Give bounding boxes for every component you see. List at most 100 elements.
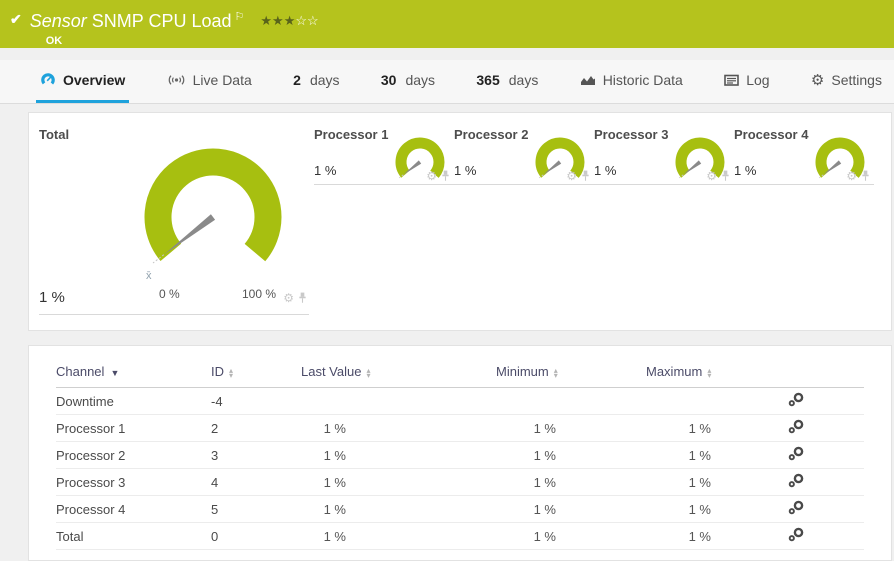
channel-settings-icon[interactable] [788,446,805,464]
tab-label: Overview [63,72,125,88]
last-value: 1 % [301,502,446,517]
last-value: 1 % [301,475,446,490]
gauge-tile-processor-4[interactable]: Processor 4 1 % ⚙ [734,123,874,185]
gauge-tile-processor-3[interactable]: Processor 3 1 % ⚙ [594,123,734,185]
gauge-value: 1 % [594,163,616,178]
sort-desc-icon: ▼ [110,368,119,378]
minimum-value: 1 % [446,475,611,490]
priority-stars-filled: ★★★ [260,13,295,28]
channel-settings-icon[interactable] [788,419,805,437]
channel-name: Downtime [56,394,211,409]
sensor-titlebar: ✔ SensorSNMP CPU Load⚐ ★★★☆☆ OK [0,0,894,48]
channel-settings-icon[interactable] [788,527,805,545]
tab-label: days [405,72,435,88]
gear-icon[interactable]: ⚙ [426,170,437,182]
sort-icon: ▴▾ [366,368,370,378]
area-chart-icon [580,74,596,86]
tab-historic-data[interactable]: Historic Data [576,60,687,103]
column-header-maximum[interactable]: Maximum▴▾ [611,364,766,379]
last-value: 1 % [301,448,446,463]
pin-icon[interactable] [441,170,450,182]
table-row: Processor 3 4 1 % 1 % 1 % [56,469,864,496]
gauge-value: 1 % [734,163,756,178]
column-label: Minimum [496,364,549,379]
channel-settings-icon[interactable] [788,392,805,410]
tab-label: days [509,72,539,88]
channel-id: 3 [211,448,301,463]
gear-icon[interactable]: ⚙ [566,170,577,182]
table-header-row: Channel▼ ID▴▾ Last Value▴▾ Minimum▴▾ Max… [56,356,864,388]
tile-actions: ⚙ [846,170,870,182]
tile-actions: ⚙ [566,170,590,182]
flag-icon[interactable]: ⚐ [235,11,245,23]
total-gauge: x̄ [133,137,293,297]
table-row: Processor 1 2 1 % 1 % 1 % [56,415,864,442]
column-label: Last Value [301,364,361,379]
tab-2-days[interactable]: 2 days [289,60,343,103]
tab-settings[interactable]: ⚙ Settings [807,60,886,103]
gauge-tile-processor-2[interactable]: Processor 2 1 % ⚙ [454,123,594,185]
status-badge: OK [46,35,319,47]
channel-name: Processor 2 [56,448,211,463]
pin-icon[interactable] [581,170,590,182]
sensor-name: SNMP CPU Load [92,11,232,31]
maximum-value: 1 % [611,421,766,436]
mean-marker: x̄ [146,270,152,282]
column-header-last-value[interactable]: Last Value ▴▾ [301,364,446,379]
maximum-value: 1 % [611,448,766,463]
tab-30-days[interactable]: 30 days [377,60,439,103]
sort-down-icon: ▾ [366,373,370,378]
tab-365-days[interactable]: 365 days [472,60,542,103]
pin-icon[interactable] [861,170,870,182]
channel-id: 0 [211,529,301,544]
pin-icon[interactable] [298,292,307,304]
pin-icon[interactable] [721,170,730,182]
sensor-kind-label: Sensor [30,11,87,31]
tab-bar: Overview Live Data 2 days 30 days 365 da… [0,60,894,104]
gauge-tile-processor-1[interactable]: Processor 1 1 % ⚙ [314,123,454,185]
tab-day-count: 365 [476,72,499,88]
priority-stars[interactable]: ★★★☆☆ [260,13,318,28]
column-label: Maximum [646,364,702,379]
tab-overview[interactable]: Overview [36,60,129,103]
tab-log[interactable]: Log [720,60,773,103]
tile-actions: ⚙ [706,170,730,182]
channel-name: Processor 1 [56,421,211,436]
channel-settings-icon[interactable] [788,473,805,491]
tab-label: Historic Data [603,72,683,88]
table-row: Processor 2 3 1 % 1 % 1 % [56,442,864,469]
maximum-value: 1 % [611,475,766,490]
sort-icon: ▴▾ [229,368,233,378]
tab-label: Log [746,72,769,88]
column-header-id[interactable]: ID▴▾ [211,364,301,379]
broadcast-icon [167,73,186,87]
tab-label: days [310,72,340,88]
gear-icon[interactable]: ⚙ [706,170,717,182]
tab-day-count: 2 [293,72,301,88]
gear-icon[interactable]: ⚙ [846,170,857,182]
column-header-minimum[interactable]: Minimum▴▾ [446,364,611,379]
sort-down-icon: ▾ [229,373,233,378]
tab-live-data[interactable]: Live Data [163,60,256,103]
channel-id: 2 [211,421,301,436]
minimum-value: 1 % [446,502,611,517]
maximum-value: 1 % [611,502,766,517]
priority-stars-empty: ☆☆ [295,13,318,28]
gauge-value: 1 % [454,163,476,178]
tab-label: Settings [831,72,882,88]
gauges-panel: Total x̄ 0 % 100 % 1 % ⚙ Processor 1 1 %… [28,112,892,331]
channel-id: 4 [211,475,301,490]
sort-down-icon: ▾ [554,373,558,378]
last-value: 1 % [301,529,446,544]
gauge-value: 1 % [314,163,336,178]
gauge-tile-total[interactable]: Total x̄ 0 % 100 % 1 % ⚙ [39,123,309,315]
tab-day-count: 30 [381,72,397,88]
channel-settings-icon[interactable] [788,500,805,518]
sort-down-icon: ▾ [707,373,711,378]
channel-id: -4 [211,394,301,409]
status-check-icon: ✔ [10,11,22,28]
log-list-icon [724,74,739,86]
gear-icon[interactable]: ⚙ [283,292,294,304]
table-row: Processor 4 5 1 % 1 % 1 % [56,496,864,523]
column-header-channel[interactable]: Channel▼ [56,364,211,379]
